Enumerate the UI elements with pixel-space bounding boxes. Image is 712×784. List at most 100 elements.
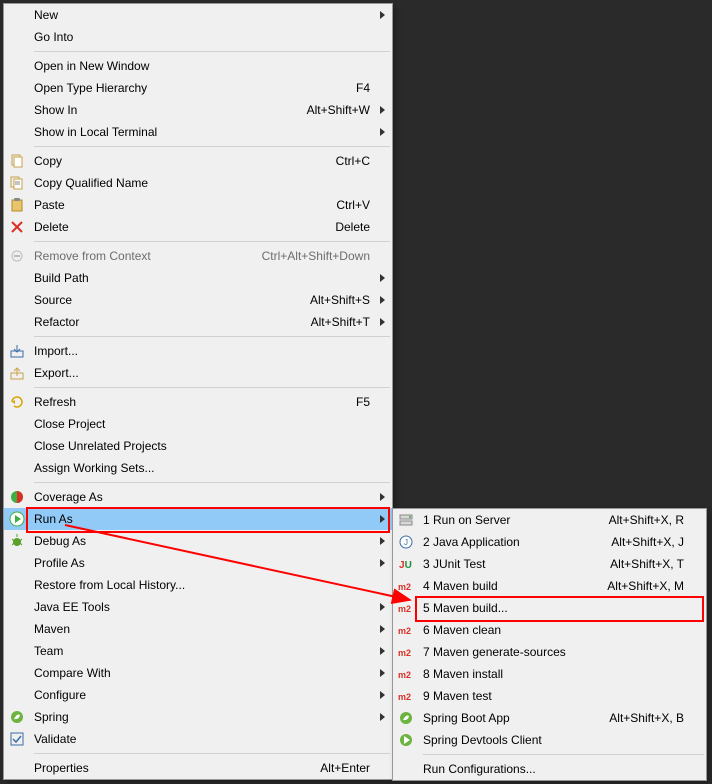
menu-restore-history[interactable]: Restore from Local History... bbox=[4, 574, 392, 596]
svg-text:m2: m2 bbox=[398, 604, 411, 614]
menu-separator bbox=[34, 753, 390, 754]
submenu-arrow-icon bbox=[376, 493, 388, 501]
spring-dev-icon bbox=[393, 732, 419, 748]
menu-item-label: Assign Working Sets... bbox=[30, 461, 360, 475]
menu-refresh[interactable]: RefreshF5 bbox=[4, 391, 392, 413]
blank-icon bbox=[4, 102, 30, 118]
menu-item-accelerator: F5 bbox=[356, 395, 376, 409]
refresh-icon bbox=[4, 394, 30, 410]
submenu-maven-build[interactable]: m24 Maven buildAlt+Shift+X, M bbox=[393, 575, 706, 597]
menu-close-unrelated[interactable]: Close Unrelated Projects bbox=[4, 435, 392, 457]
menu-item-accelerator: Ctrl+Alt+Shift+Down bbox=[262, 249, 376, 263]
menu-separator bbox=[34, 482, 390, 483]
menu-item-accelerator: Alt+Shift+X, T bbox=[610, 557, 690, 571]
submenu-run-config[interactable]: Run Configurations... bbox=[393, 758, 706, 780]
menu-item-label: 8 Maven install bbox=[419, 667, 674, 681]
menu-validate[interactable]: Validate bbox=[4, 728, 392, 750]
submenu-maven-clean[interactable]: m26 Maven clean bbox=[393, 619, 706, 641]
blank-icon bbox=[393, 761, 419, 777]
submenu-maven-test[interactable]: m29 Maven test bbox=[393, 685, 706, 707]
menu-item-label: Spring Devtools Client bbox=[419, 733, 674, 747]
menu-item-accelerator: Alt+Shift+X, R bbox=[609, 513, 690, 527]
menu-item-label: Copy bbox=[30, 154, 336, 168]
menu-item-accelerator: Ctrl+V bbox=[336, 198, 376, 212]
menu-profile-as[interactable]: Profile As bbox=[4, 552, 392, 574]
menu-item-accelerator: Alt+Shift+X, B bbox=[609, 711, 690, 725]
menu-separator bbox=[34, 51, 390, 52]
submenu-spring-devtools[interactable]: Spring Devtools Client bbox=[393, 729, 706, 751]
menu-copy-qualified[interactable]: Copy Qualified Name bbox=[4, 172, 392, 194]
menu-coverage-as[interactable]: Coverage As bbox=[4, 486, 392, 508]
menu-item-label: Refresh bbox=[30, 395, 356, 409]
menu-export[interactable]: Export... bbox=[4, 362, 392, 384]
menu-javaee-tools[interactable]: Java EE Tools bbox=[4, 596, 392, 618]
blank-icon bbox=[4, 760, 30, 776]
menu-properties[interactable]: PropertiesAlt+Enter bbox=[4, 757, 392, 779]
submenu-run-on-server[interactable]: 1 Run on ServerAlt+Shift+X, R bbox=[393, 509, 706, 531]
menu-open-type-hierarchy[interactable]: Open Type HierarchyF4 bbox=[4, 77, 392, 99]
menu-maven[interactable]: Maven bbox=[4, 618, 392, 640]
menu-show-local-terminal[interactable]: Show in Local Terminal bbox=[4, 121, 392, 143]
menu-item-label: Refactor bbox=[30, 315, 311, 329]
menu-build-path[interactable]: Build Path bbox=[4, 267, 392, 289]
menu-source[interactable]: SourceAlt+Shift+S bbox=[4, 289, 392, 311]
menu-item-label: Open in New Window bbox=[30, 59, 360, 73]
menu-debug-as[interactable]: Debug As bbox=[4, 530, 392, 552]
menu-item-accelerator: Delete bbox=[335, 220, 376, 234]
menu-compare-with[interactable]: Compare With bbox=[4, 662, 392, 684]
submenu-maven-build-dots[interactable]: m25 Maven build... bbox=[393, 597, 706, 619]
menu-item-label: Restore from Local History... bbox=[30, 578, 360, 592]
submenu-spring-boot[interactable]: Spring Boot AppAlt+Shift+X, B bbox=[393, 707, 706, 729]
submenu-junit-test[interactable]: JU3 JUnit TestAlt+Shift+X, T bbox=[393, 553, 706, 575]
submenu-arrow-icon bbox=[376, 559, 388, 567]
menu-item-label: Run As bbox=[30, 512, 360, 526]
menu-new[interactable]: New bbox=[4, 4, 392, 26]
menu-run-as[interactable]: Run As bbox=[4, 508, 392, 530]
menu-copy[interactable]: CopyCtrl+C bbox=[4, 150, 392, 172]
menu-import[interactable]: Import... bbox=[4, 340, 392, 362]
menu-item-label: Properties bbox=[30, 761, 320, 775]
context-menu: NewGo Into Open in New Window Open Type Hi… bbox=[3, 3, 393, 780]
menu-configure[interactable]: Configure bbox=[4, 684, 392, 706]
menu-item-label: Close Unrelated Projects bbox=[30, 439, 360, 453]
menu-item-label: Paste bbox=[30, 198, 336, 212]
submenu-arrow-icon bbox=[376, 691, 388, 699]
menu-item-label: 7 Maven generate-sources bbox=[419, 645, 674, 659]
m2-icon: m2 bbox=[393, 644, 419, 660]
menu-item-label: Validate bbox=[30, 732, 360, 746]
copy-icon bbox=[4, 153, 30, 169]
menu-go-into[interactable]: Go Into bbox=[4, 26, 392, 48]
menu-item-label: Open Type Hierarchy bbox=[30, 81, 356, 95]
copy-qn-icon bbox=[4, 175, 30, 191]
blank-icon bbox=[4, 416, 30, 432]
menu-open-new-window[interactable]: Open in New Window bbox=[4, 55, 392, 77]
menu-item-label: Delete bbox=[30, 220, 335, 234]
menu-paste[interactable]: PasteCtrl+V bbox=[4, 194, 392, 216]
menu-item-label: Spring Boot App bbox=[419, 711, 609, 725]
menu-item-label: Source bbox=[30, 293, 310, 307]
menu-assign-working-sets[interactable]: Assign Working Sets... bbox=[4, 457, 392, 479]
menu-item-label: Close Project bbox=[30, 417, 360, 431]
menu-close-project[interactable]: Close Project bbox=[4, 413, 392, 435]
menu-delete[interactable]: DeleteDelete bbox=[4, 216, 392, 238]
run-icon bbox=[4, 511, 30, 527]
submenu-arrow-icon bbox=[376, 11, 388, 19]
submenu-maven-install[interactable]: m28 Maven install bbox=[393, 663, 706, 685]
submenu-maven-gensrc[interactable]: m27 Maven generate-sources bbox=[393, 641, 706, 663]
m2-icon: m2 bbox=[393, 622, 419, 638]
m2-icon: m2 bbox=[393, 688, 419, 704]
submenu-arrow-icon bbox=[376, 128, 388, 136]
menu-show-in[interactable]: Show InAlt+Shift+W bbox=[4, 99, 392, 121]
export-icon bbox=[4, 365, 30, 381]
submenu-java-application[interactable]: J2 Java ApplicationAlt+Shift+X, J bbox=[393, 531, 706, 553]
server-icon bbox=[393, 512, 419, 528]
svg-text:JU: JU bbox=[399, 560, 412, 571]
submenu-arrow-icon bbox=[376, 296, 388, 304]
blank-icon bbox=[4, 643, 30, 659]
menu-refactor[interactable]: RefactorAlt+Shift+T bbox=[4, 311, 392, 333]
menu-item-label: Copy Qualified Name bbox=[30, 176, 360, 190]
menu-spring[interactable]: Spring bbox=[4, 706, 392, 728]
blank-icon bbox=[4, 314, 30, 330]
submenu-arrow-icon bbox=[376, 669, 388, 677]
menu-team[interactable]: Team bbox=[4, 640, 392, 662]
